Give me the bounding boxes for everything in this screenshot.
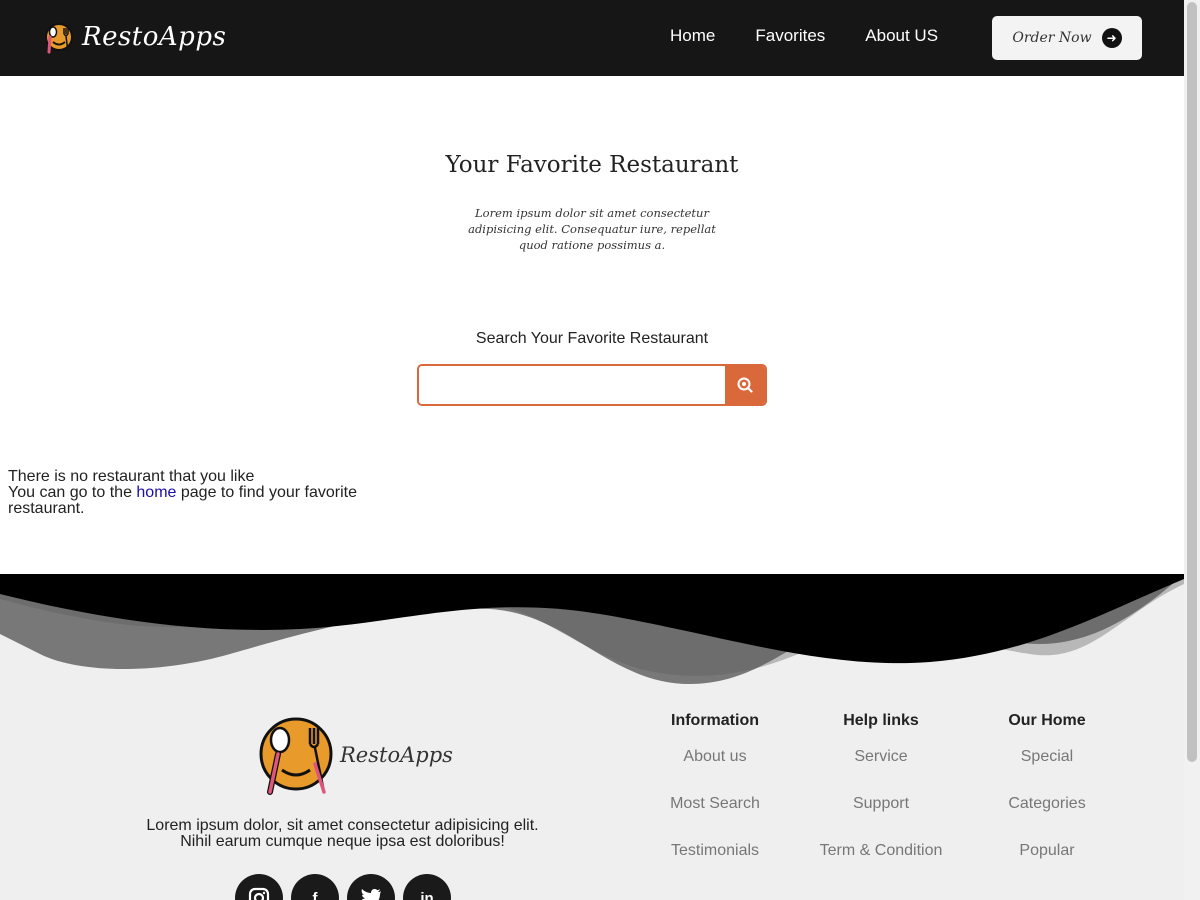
footer-column-help-links: Help links Service Support Term & Condit…: [796, 712, 966, 887]
footer-link-service[interactable]: Service: [796, 746, 966, 793]
main-nav: Home Favorites About US: [670, 26, 978, 46]
footer-link-popular[interactable]: Popular: [962, 840, 1132, 887]
home-page-link[interactable]: home: [136, 484, 176, 501]
footer-link-testimonials[interactable]: Testimonials: [630, 840, 800, 887]
twitter-icon[interactable]: [347, 874, 395, 900]
search-button[interactable]: [725, 366, 765, 404]
order-now-button[interactable]: Order Now ➜: [992, 16, 1142, 60]
footer-link-most-search[interactable]: Most Search: [630, 793, 800, 840]
nav-home-link[interactable]: Home: [670, 26, 715, 46]
page-scrollbar[interactable]: [1184, 0, 1200, 900]
empty-favorites-message: There is no restaurant that you like You…: [8, 469, 428, 517]
footer-link-about-us[interactable]: About us: [630, 746, 800, 793]
scrollbar-thumb[interactable]: [1187, 2, 1197, 762]
footer-description: Lorem ipsum dolor, sit amet consectetur …: [100, 818, 585, 850]
social-links: f in: [235, 874, 459, 900]
nav-about-link[interactable]: About US: [865, 26, 938, 46]
hero-subtitle: Lorem ipsum dolor sit amet consectetur a…: [468, 206, 716, 252]
search-bar: [417, 364, 767, 406]
search-input[interactable]: [419, 366, 725, 404]
footer-wave-decoration: [0, 574, 1184, 684]
footer-column-title: Information: [671, 712, 759, 729]
empty-message-prefix: You can go to the: [8, 484, 137, 501]
footer-brand-name: RestoApps: [340, 743, 453, 767]
empty-message-line1: There is no restaurant that you like: [8, 468, 255, 485]
instagram-icon[interactable]: [235, 874, 283, 900]
footer-column-information: Information About us Most Search Testimo…: [630, 712, 800, 887]
empty-message-line2: You can go to the home page to find your…: [8, 485, 428, 517]
footer-link-support[interactable]: Support: [796, 793, 966, 840]
footer: RestoApps Lorem ipsum dolor, sit amet co…: [0, 574, 1184, 900]
footer-link-terms[interactable]: Term & Condition: [796, 840, 966, 887]
restoapps-logo-icon: [45, 23, 73, 54]
footer-description-line2: Nihil earum cumque neque ipsa est dolori…: [180, 833, 505, 850]
footer-column-title: Our Home: [1008, 712, 1086, 729]
page-title: Your Favorite Restaurant: [445, 152, 739, 178]
footer-description-line1: Lorem ipsum dolor, sit amet consectetur …: [146, 817, 539, 834]
footer-link-special[interactable]: Special: [962, 746, 1132, 793]
footer-column-title: Help links: [843, 712, 919, 729]
search-icon: [737, 377, 753, 393]
restoapps-logo-icon: [259, 717, 333, 795]
order-now-label: Order Now: [1012, 30, 1092, 46]
arrow-right-icon: ➜: [1101, 28, 1122, 48]
search-label: Search Your Favorite Restaurant: [475, 330, 709, 347]
top-navbar: RestoApps Home Favorites About US Order …: [0, 0, 1184, 76]
brand-logo-link[interactable]: RestoApps: [44, 20, 226, 54]
facebook-icon[interactable]: f: [291, 874, 339, 900]
footer-link-categories[interactable]: Categories: [962, 793, 1132, 840]
nav-favorites-link[interactable]: Favorites: [755, 26, 825, 46]
linkedin-icon[interactable]: in: [403, 874, 451, 900]
footer-column-our-home: Our Home Special Categories Popular: [962, 712, 1132, 887]
brand-name: RestoApps: [82, 22, 227, 52]
footer-brand: RestoApps: [258, 714, 453, 796]
